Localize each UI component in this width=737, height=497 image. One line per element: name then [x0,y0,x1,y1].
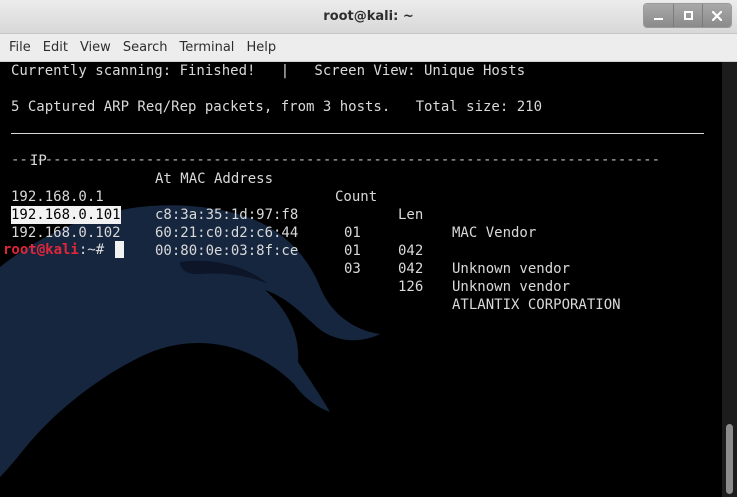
kali-dragon-watermark [0,205,380,477]
maximize-icon [683,11,693,20]
row-count: 01 [344,243,361,259]
menu-view[interactable]: View [74,35,117,61]
menu-terminal[interactable]: Terminal [173,35,240,61]
capture-summary-line: 5 Captured ARP Req/Rep packets, from 3 h… [11,99,543,115]
terminal-output[interactable]: Currently scanning: Finished! | Screen V… [0,62,722,497]
table-row: 192.168.0.101 60:21:c0:d2:c6:44 01 042 U… [11,188,704,295]
table-row: 192.168.0.1 c8:3a:35:1d:97:f8 01 042 Unk… [11,170,704,277]
row-count: 03 [344,261,361,277]
row-vendor: ATLANTIX CORPORATION [452,297,621,313]
maximize-button[interactable] [673,4,702,27]
prompt-user-host: root@kali [3,242,79,258]
shell-prompt[interactable]: root@kali: ~# [3,241,124,259]
menu-bar: File Edit View Search Terminal Help [0,34,737,62]
row-mac: 00:80:0e:03:8f:ce [155,243,299,259]
close-button[interactable] [702,4,731,27]
header-vendor: MAC Vendor [452,225,537,241]
row-vendor: Unknown vendor [452,279,571,295]
text-cursor [114,241,124,258]
scrollbar-thumb[interactable] [726,424,733,494]
table-header-separator: ----------------------------------------… [11,152,661,168]
window-controls [643,3,732,28]
row-ip: 192.168.0.102 [11,225,121,241]
row-mac: 60:21:c0:d2:c6:44 [155,225,299,241]
table-row: 192.168.0.102 00:80:0e:03:8f:ce 03 126 A… [11,206,704,313]
menu-file[interactable]: File [3,35,37,61]
close-icon [712,10,722,21]
row-len: 126 [398,279,424,295]
row-vendor: Unknown vendor [452,261,571,277]
menu-help[interactable]: Help [240,35,282,61]
minimize-button[interactable] [644,4,673,27]
scan-status-line: Currently scanning: Finished! | Screen V… [11,63,526,79]
title-bar[interactable]: root@kali: ~ [0,0,737,34]
menu-search[interactable]: Search [117,35,174,61]
minimize-icon [654,17,663,20]
prompt-cwd: ~# [87,242,113,258]
vertical-scrollbar[interactable] [722,62,737,497]
row-len: 042 [398,243,424,259]
table-header: IP At MAC Address Count Len MAC Vendor [11,134,704,241]
row-count: 01 [344,225,361,241]
prompt-separator: : [78,242,88,258]
window-title: root@kali: ~ [323,9,414,24]
row-len: 042 [398,261,424,277]
menu-edit[interactable]: Edit [37,35,74,61]
terminal-window: root@kali: ~ File Edit View Search Termi… [0,0,737,497]
